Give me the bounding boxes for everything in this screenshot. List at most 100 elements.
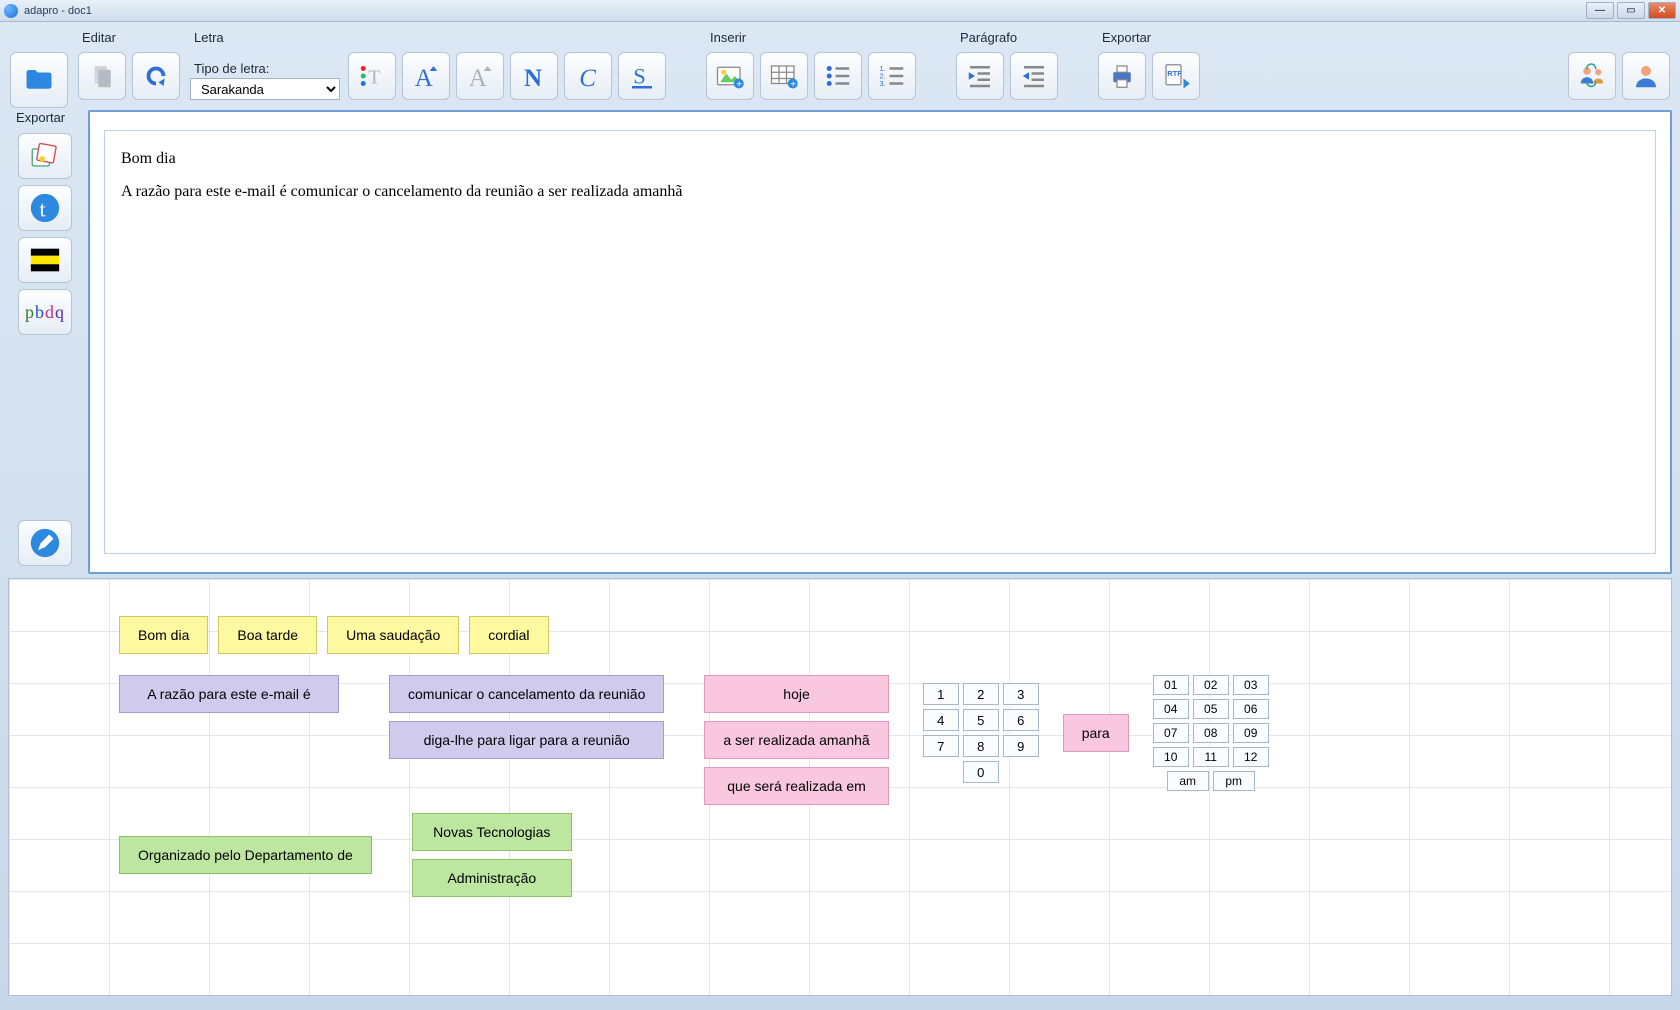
copy-button[interactable]: [78, 52, 126, 100]
timepad-key[interactable]: 03: [1233, 675, 1269, 695]
suggestion-chip[interactable]: cordial: [469, 616, 548, 654]
svg-text:+: +: [790, 79, 796, 90]
underline-button[interactable]: S: [618, 52, 666, 100]
numpad-key[interactable]: 2: [963, 683, 999, 705]
image-plus-icon: +: [715, 61, 745, 91]
timepad-key[interactable]: 08: [1193, 723, 1229, 743]
contrast-bars-icon: [28, 243, 62, 277]
undo-icon: [141, 61, 171, 91]
export-rtf-button[interactable]: RTF: [1152, 52, 1200, 100]
contrast-button[interactable]: [18, 237, 72, 283]
open-file-button[interactable]: [10, 52, 68, 108]
titlebar: adapro - doc1 — ▭ ✕: [0, 0, 1680, 22]
rtf-icon: RTF: [1161, 61, 1191, 91]
font-size-down-button[interactable]: A: [456, 52, 504, 100]
insert-image-button[interactable]: +: [706, 52, 754, 100]
svg-text:A: A: [469, 65, 487, 91]
suggestion-chip[interactable]: diga-lhe para ligar para a reunião: [389, 721, 664, 759]
suggestion-chip[interactable]: A razão para este e-mail é: [119, 675, 339, 713]
indent-left-icon: [1019, 61, 1049, 91]
svg-text:C: C: [579, 65, 596, 91]
font-select[interactable]: Sarakanda: [190, 78, 340, 100]
export-pictogram-button[interactable]: [18, 133, 72, 179]
numpad-key[interactable]: 1: [923, 683, 959, 705]
suggestion-chip[interactable]: Uma saudação: [327, 616, 459, 654]
indent-left-button[interactable]: [1010, 52, 1058, 100]
numpad-key[interactable]: 6: [1003, 709, 1039, 731]
close-button[interactable]: ✕: [1648, 2, 1676, 19]
editor-line: Bom dia: [121, 145, 1639, 174]
editor-textarea[interactable]: Bom dia A razão para este e-mail é comun…: [104, 130, 1656, 554]
numpad-key[interactable]: 9: [1003, 735, 1039, 757]
numpad-key[interactable]: 3: [1003, 683, 1039, 705]
print-button[interactable]: [1098, 52, 1146, 100]
window-title: adapro - doc1: [24, 5, 92, 17]
timepad-key[interactable]: 11: [1193, 747, 1229, 767]
font-color-icon: T: [357, 61, 387, 91]
numbered-list-icon: 1.2.3.: [877, 61, 907, 91]
ampm-key[interactable]: pm: [1213, 771, 1255, 791]
numpad-key[interactable]: 7: [923, 735, 959, 757]
font-type-label: Tipo de letra:: [190, 61, 340, 76]
indent-right-icon: [965, 61, 995, 91]
text-mode-button[interactable]: t: [18, 185, 72, 231]
numpad-key[interactable]: 8: [963, 735, 999, 757]
suggestion-chip[interactable]: hoje: [704, 675, 888, 713]
editor-line: A razão para este e-mail é comunicar o c…: [121, 178, 1639, 207]
timepad-key[interactable]: 05: [1193, 699, 1229, 719]
timepad-key[interactable]: 04: [1153, 699, 1189, 719]
svg-text:A: A: [415, 65, 433, 91]
cards-icon: [28, 139, 62, 173]
italic-button[interactable]: C: [564, 52, 612, 100]
suggestion-chip[interactable]: a ser realizada amanhã: [704, 721, 888, 759]
font-size-up-button[interactable]: A: [402, 52, 450, 100]
svg-text:RTF: RTF: [1167, 69, 1182, 78]
timepad-key[interactable]: 01: [1153, 675, 1189, 695]
suggestion-chip[interactable]: comunicar o cancelamento da reunião: [389, 675, 664, 713]
timepad-key[interactable]: 06: [1233, 699, 1269, 719]
bullet-list-icon: [823, 61, 853, 91]
suggestion-chip[interactable]: para: [1063, 714, 1129, 752]
switch-user-icon: [1577, 61, 1607, 91]
indent-right-button[interactable]: [956, 52, 1004, 100]
timepad-key[interactable]: 10: [1153, 747, 1189, 767]
numbered-list-button[interactable]: 1.2.3.: [868, 52, 916, 100]
minimize-button[interactable]: —: [1586, 2, 1614, 19]
undo-button[interactable]: [132, 52, 180, 100]
user-profile-button[interactable]: [1622, 52, 1670, 100]
user-icon: [1631, 61, 1661, 91]
suggestion-chip[interactable]: que será realizada em: [704, 767, 888, 805]
timepad-key[interactable]: 02: [1193, 675, 1229, 695]
suggestion-grid: Bom dia Boa tarde Uma saudação cordial A…: [8, 578, 1672, 996]
copy-icon: [87, 61, 117, 91]
text-circle-icon: t: [28, 191, 62, 225]
suggestion-chip[interactable]: Administração: [412, 859, 572, 897]
pbdq-button[interactable]: pbdq: [18, 289, 72, 335]
numpad-key[interactable]: 5: [963, 709, 999, 731]
font-color-button[interactable]: T: [348, 52, 396, 100]
svg-text:3.: 3.: [880, 79, 886, 88]
editor-frame: Bom dia A razão para este e-mail é comun…: [88, 110, 1672, 574]
switch-user-button[interactable]: [1568, 52, 1616, 100]
italic-icon: C: [573, 61, 603, 91]
numpad-key[interactable]: 0: [963, 761, 999, 783]
bullet-list-button[interactable]: [814, 52, 862, 100]
bold-button[interactable]: N: [510, 52, 558, 100]
timepad-key[interactable]: 09: [1233, 723, 1269, 743]
maximize-button[interactable]: ▭: [1617, 2, 1645, 19]
draw-button[interactable]: [18, 520, 72, 566]
numpad-key[interactable]: 4: [923, 709, 959, 731]
timepad-key[interactable]: 12: [1233, 747, 1269, 767]
timepad-key[interactable]: 07: [1153, 723, 1189, 743]
sidebar: Exportar t pbdq: [8, 110, 82, 574]
insert-table-button[interactable]: +: [760, 52, 808, 100]
ribbon: Editar Letra Tipo de letra: Sarakanda T: [0, 22, 1680, 108]
font-size-down-icon: A: [465, 61, 495, 91]
suggestion-chip[interactable]: Boa tarde: [218, 616, 317, 654]
suggestion-chip[interactable]: Organizado pelo Departamento de: [119, 836, 372, 874]
suggestion-chip[interactable]: Novas Tecnologias: [412, 813, 572, 851]
suggestion-chip[interactable]: Bom dia: [119, 616, 208, 654]
pencil-circle-icon: [28, 526, 62, 560]
ampm-key[interactable]: am: [1167, 771, 1209, 791]
group-inserir-label: Inserir: [706, 30, 916, 48]
